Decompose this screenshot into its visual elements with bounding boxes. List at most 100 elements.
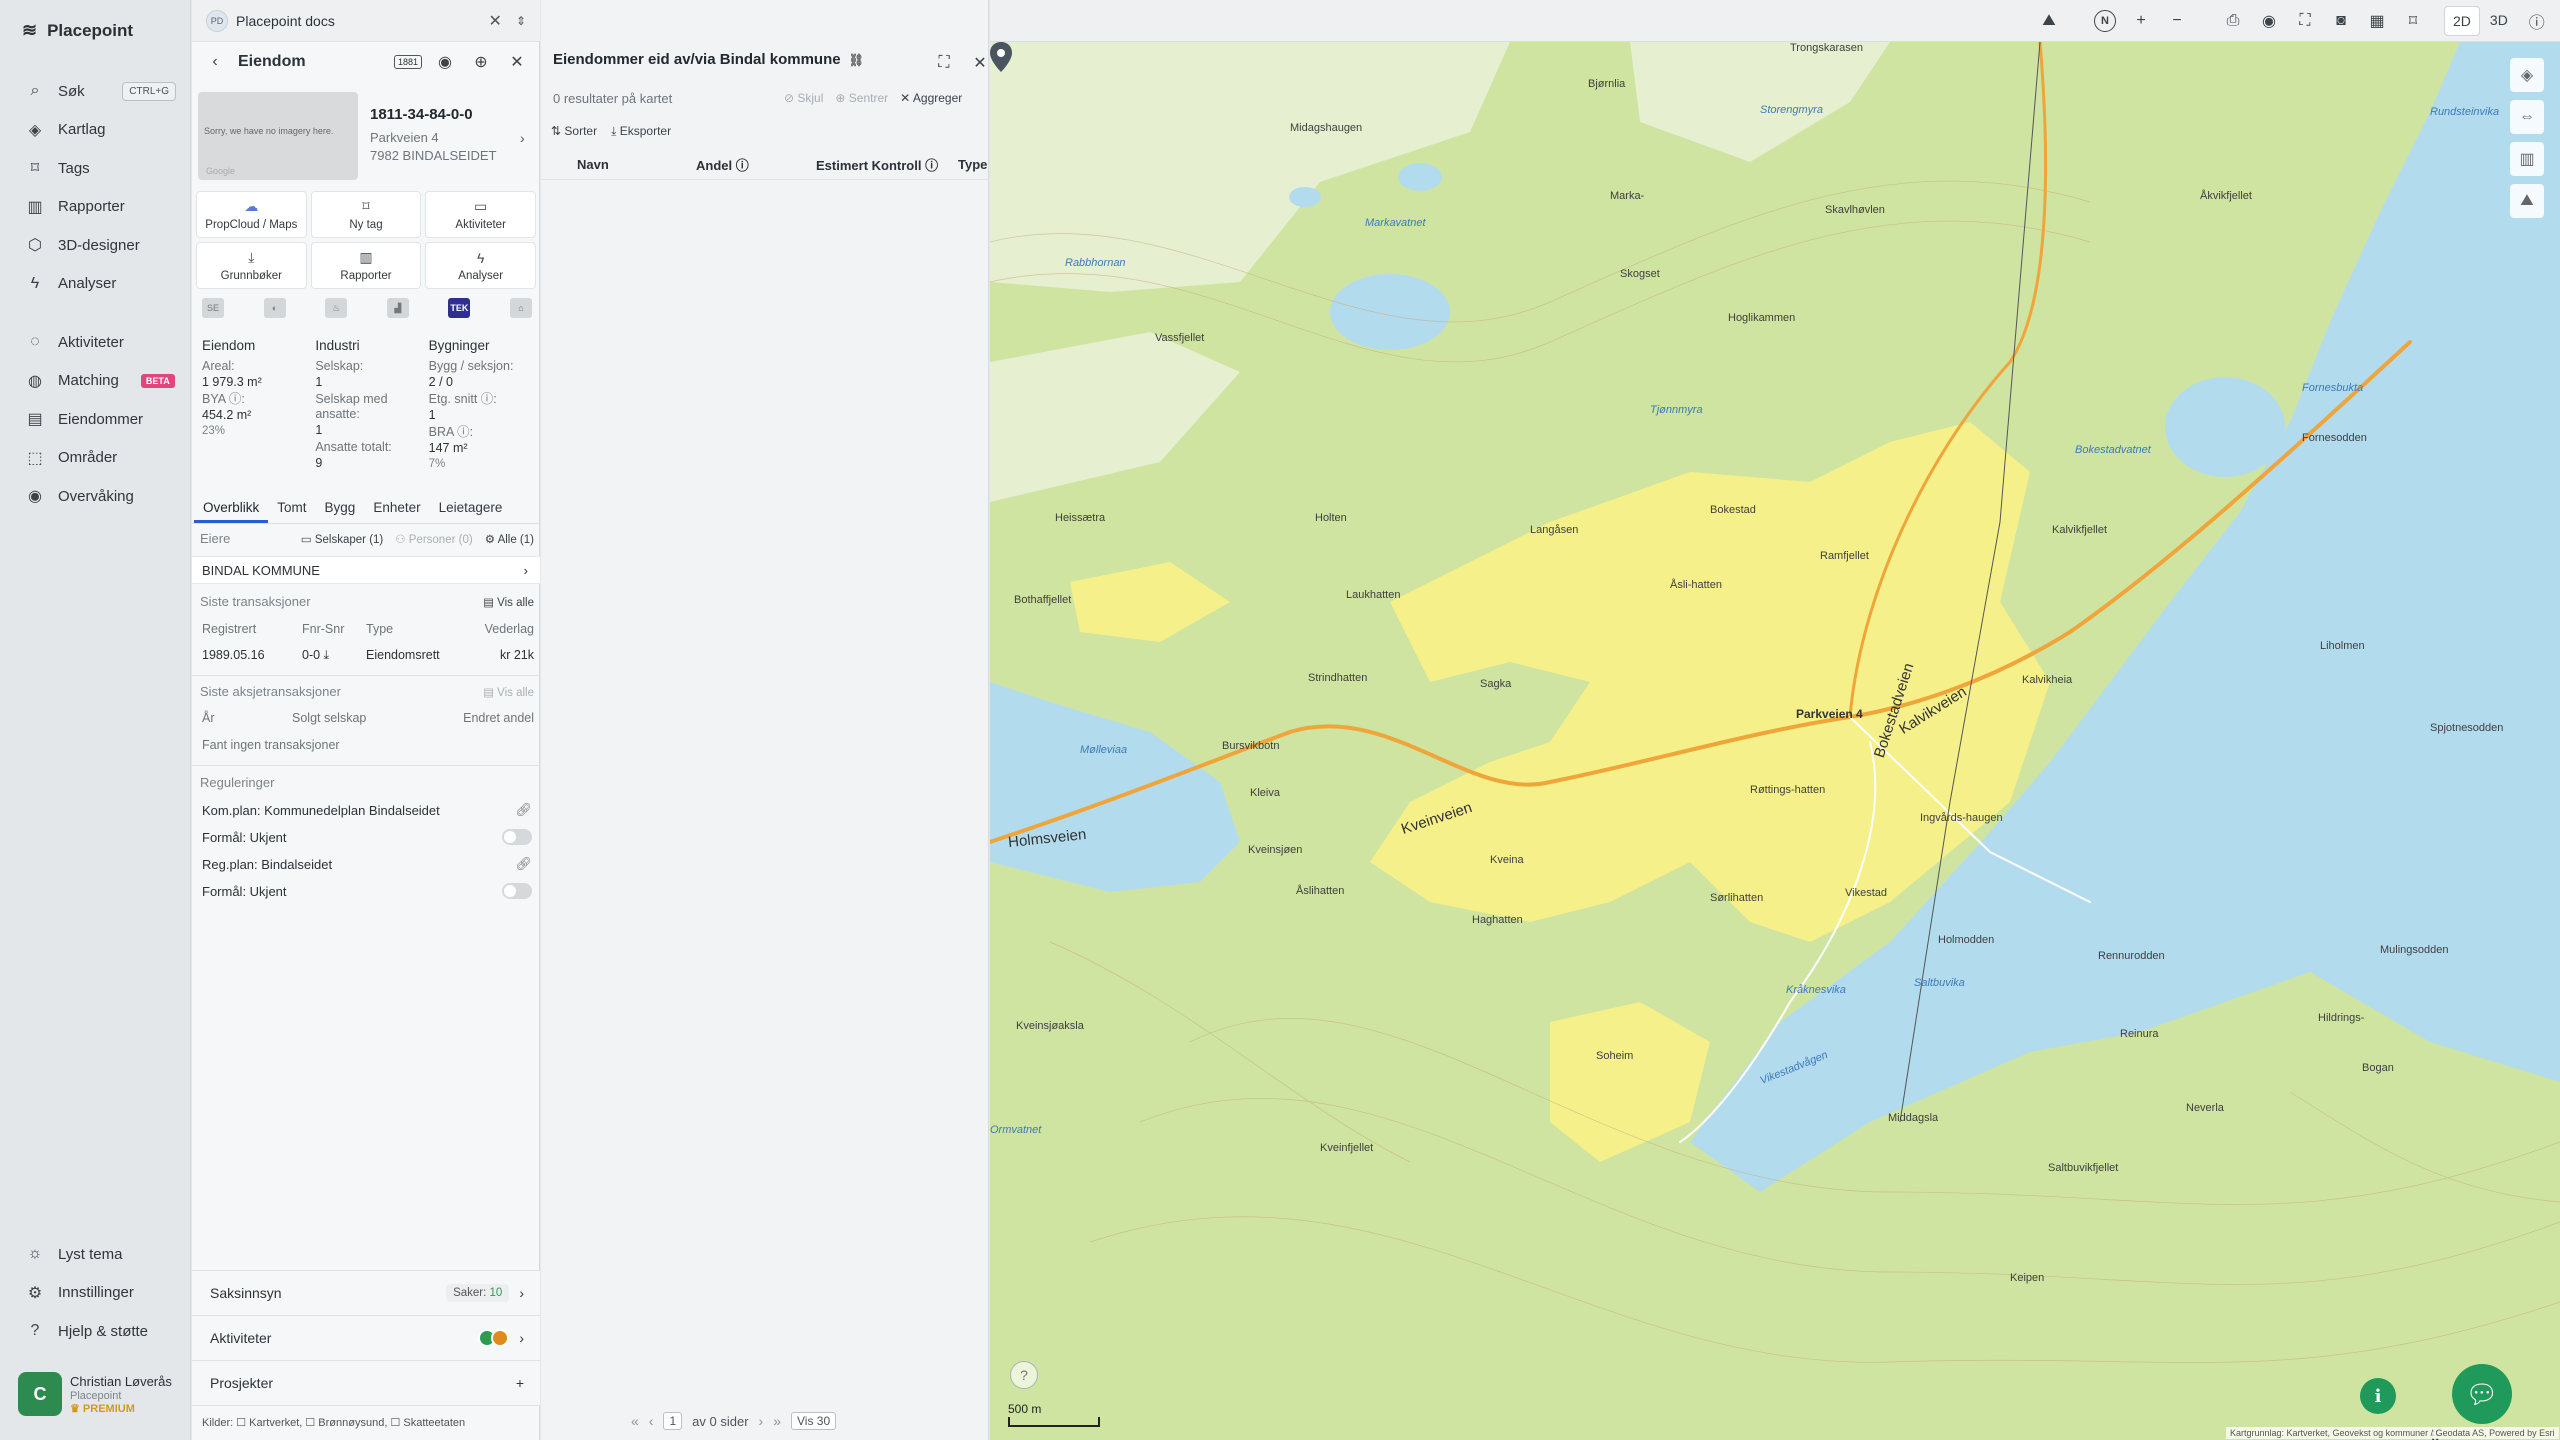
view-3d-button[interactable]: 3D [2482,6,2516,36]
owner-row[interactable]: BINDAL KOMMUNE › [192,556,540,584]
info-icon[interactable]: ⓘ [2522,6,2552,36]
brand[interactable]: ≋ Placepoint [22,20,133,41]
close-icon[interactable]: ✕ [489,11,502,31]
tab-leietagere[interactable]: Leietagere [430,496,512,523]
table-row[interactable]: 1989.05.16 0-0 ⤓ Eiendomsrett kr 21k [202,648,534,663]
last-page-icon[interactable]: » [773,1413,781,1429]
sort-button[interactable]: ⇅ Sorter [551,124,597,139]
plus-icon[interactable]: + [516,1375,524,1391]
compass-button[interactable]: N [2090,6,2120,36]
nav-item-matching[interactable]: ◍ Matching BETA [0,362,190,401]
page-size-select[interactable]: Vis 30 [791,1412,837,1430]
terrain-tool-icon[interactable]: ⛰ [2510,184,2544,218]
accordion-saksinnsyn[interactable]: Saksinnsyn Saker: 10 › [192,1270,540,1315]
filter-companies[interactable]: ▭ Selskaper (1) [301,532,383,546]
close-icon[interactable]: ✕ [504,49,530,75]
nav-item-eiendommer[interactable]: ▤ Eiendommer [0,400,190,439]
workspace-selector[interactable]: PD Placepoint docs ✕ ⇕ [192,0,540,42]
chevron-updown-icon[interactable]: ⇕ [516,14,526,28]
source-se-icon[interactable]: SE [202,298,224,318]
link-icon[interactable]: 🔗︎ [515,856,532,872]
expand-icon[interactable]: ⛶ [931,50,957,76]
tab-tomt[interactable]: Tomt [268,496,315,523]
grid-icon[interactable]: ▦ [2362,6,2392,36]
hide-button[interactable]: ⊘ Skjul [784,91,823,105]
zoom-out-icon[interactable]: − [2162,6,2192,36]
nav-item-innstillinger[interactable]: ⚙ Innstillinger [0,1274,190,1313]
col-header-control[interactable]: Estimert Kontroll ⓘ [816,155,958,174]
col-header-type[interactable]: Type [958,157,989,172]
col-header-name[interactable]: Navn [577,157,696,172]
sources-footer[interactable]: Kilder: ☐ Kartverket, ☐ Brønnøysund, ☐ S… [202,1416,465,1429]
tile-rapporter[interactable]: ▥ Rapporter [310,242,422,289]
nav-item-hjelp[interactable]: ? Hjelp & støtte [0,1312,190,1351]
nav-item-sok[interactable]: ⌕ Søk CTRL+G [0,72,190,111]
tile-ny-tag[interactable]: ⌑ Ny tag [310,191,422,238]
export-button[interactable]: ⤓ Eksporter [611,124,671,139]
prev-page-icon[interactable]: ‹ [649,1413,654,1429]
regulation-row[interactable]: Reg.plan: Bindalseidet 🔗︎ [202,853,532,875]
nav-item-aktiviteter[interactable]: ◌ Aktiviteter [0,323,190,362]
link-icon[interactable]: ⛓ [849,53,864,67]
tab-enheter[interactable]: Enheter [364,496,429,523]
user-profile[interactable]: C Christian Løverås Placepoint ♛ PREMIUM [18,1372,172,1416]
measure-tool-icon[interactable]: ⇔ [2510,100,2544,134]
col-header-share[interactable]: Andel ⓘ [696,155,816,174]
tile-aktiviteter[interactable]: ▭ Aktiviteter [425,191,536,238]
property-thumbnail[interactable]: Sorry, we have no imagery here. Google [198,92,358,180]
bookmark-icon[interactable]: ⌑ [2398,6,2428,36]
nav-item-lyst-tema[interactable]: ☼ Lyst tema [0,1235,190,1274]
regulation-row[interactable]: Kom.plan: Kommunedelplan Bindalseidet 🔗︎ [202,799,532,821]
accordion-aktiviteter[interactable]: Aktiviteter › [192,1315,540,1360]
nav-item-3d-designer[interactable]: ⬡ 3D-designer [0,226,190,265]
source-bars-icon[interactable]: ▟ [386,298,409,318]
accordion-prosjekter[interactable]: Prosjekter + [192,1360,540,1405]
eye-icon[interactable]: ◉ [2254,6,2284,36]
property-marker-icon[interactable] [990,42,1012,72]
nav-item-overvaking[interactable]: ◉ Overvåking [0,477,190,516]
tile-grunnboker[interactable]: ⤓ Grunnbøker [196,242,307,289]
map-info-button[interactable]: i [2360,1378,2396,1414]
layers-icon[interactable]: ⛰ [2034,6,2064,36]
source-globe-icon[interactable]: ◐ [263,298,286,318]
purpose-toggle[interactable] [502,829,532,845]
chart-tool-icon[interactable]: ▥ [2510,142,2544,176]
nav-item-rapporter[interactable]: ▥ Rapporter [0,188,190,227]
tab-overblikk[interactable]: Overblikk [194,496,269,523]
center-button[interactable]: ⊕ Sentrer [835,91,888,105]
map-canvas[interactable]: Trongskarasen Bjørnlia Midagshaugen Stor… [990,42,2560,1440]
view-2d-button[interactable]: 2D [2444,5,2480,36]
chat-button[interactable]: 💬︎ [2452,1364,2512,1424]
first-page-icon[interactable]: « [631,1413,639,1429]
source-tek-icon[interactable]: TEK [448,298,471,318]
nav-item-kartlag[interactable]: ◈ Kartlag [0,111,190,150]
tab-bygg[interactable]: Bygg [316,496,365,523]
filter-all[interactable]: ⚙ Alle (1) [485,532,534,546]
nav-item-omrader[interactable]: ⬚ Områder [0,439,190,478]
next-page-icon[interactable]: › [759,1413,764,1429]
map-help-button[interactable]: ? [1010,1361,1038,1389]
layers-tool-icon[interactable]: ◈ [2510,58,2544,92]
see-all-transactions[interactable]: ▤ Vis alle [483,595,534,609]
print-icon[interactable]: ⎙ [2218,6,2248,36]
1881-badge[interactable]: 1881 [393,55,422,69]
cell-fnr[interactable]: 0-0 ⤓ [302,648,366,663]
source-heat-icon[interactable]: ♨ [325,298,348,318]
aggregate-button[interactable]: ✕ Aggreger [900,91,962,105]
link-icon[interactable]: 🔗︎ [515,802,532,818]
zoom-in-icon[interactable]: + [2126,6,2156,36]
fullscreen-icon[interactable]: ⛶ [2290,6,2320,36]
eye-icon[interactable]: ◉ [432,49,458,75]
tile-propcloud[interactable]: ☁ PropCloud / Maps [196,191,307,238]
source-home-icon[interactable]: ⌂ [509,298,532,318]
tile-analyser[interactable]: ϟ Analyser [425,242,536,289]
back-icon[interactable]: ‹ [202,49,228,75]
nav-item-tags[interactable]: ⌑ Tags [0,149,190,188]
camera-icon[interactable]: ◙ [2326,6,2356,36]
nav-item-analyser[interactable]: ϟ Analyser [0,265,190,304]
page-input[interactable]: 1 [663,1412,683,1430]
chevron-right-icon[interactable]: › [520,130,525,146]
purpose-toggle[interactable] [502,883,532,899]
add-circle-icon[interactable]: ⊕ [468,49,494,75]
filter-persons[interactable]: ⚇ Personer (0) [395,532,472,546]
